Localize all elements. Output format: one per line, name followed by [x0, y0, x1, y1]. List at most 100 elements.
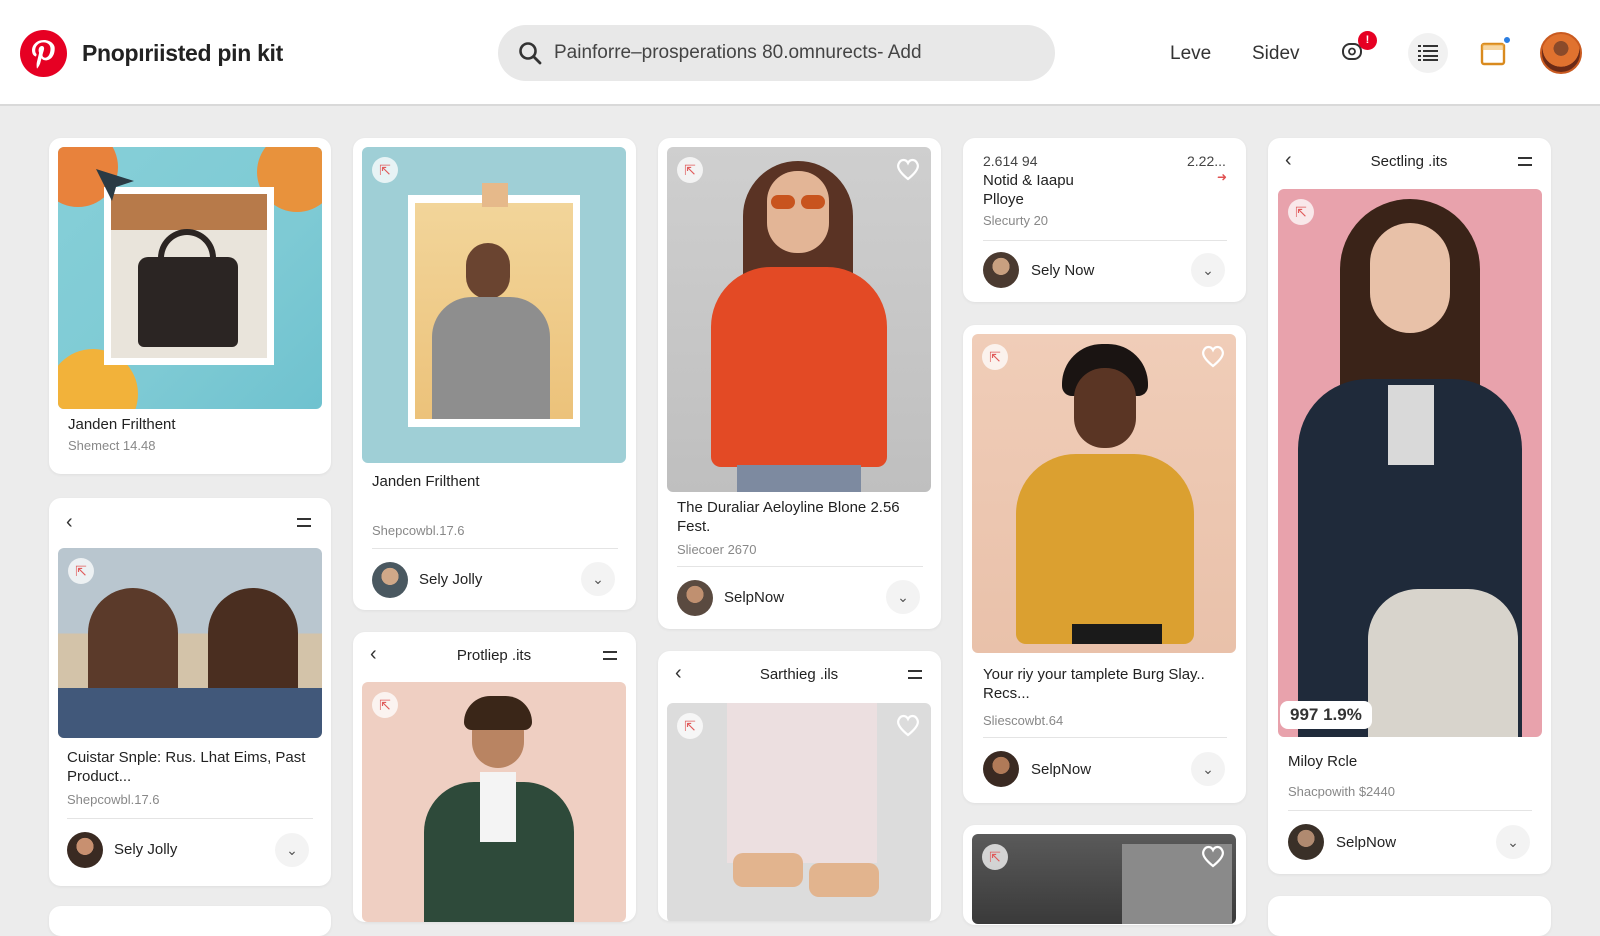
- menu-icon[interactable]: [1518, 157, 1532, 171]
- chevron-down-icon[interactable]: ⌄: [581, 562, 615, 596]
- nav-link-leve[interactable]: Leve: [1170, 43, 1211, 65]
- save-pin-icon[interactable]: ⇱: [677, 157, 703, 183]
- pin-subtitle: Sliecoer 2670: [677, 542, 757, 557]
- back-arrow-icon[interactable]: ‹: [675, 662, 682, 685]
- notification-badge: !: [1358, 31, 1377, 50]
- pin-card[interactable]: ⇱ Your riy your tamplete Burg Slay.. Rec…: [963, 325, 1246, 803]
- pin-image-yellow-shirt[interactable]: ⇱: [972, 334, 1236, 653]
- pin-subtitle: Shemect 14.48: [68, 438, 156, 453]
- pin-subtitle: Shacpowith $2440: [1288, 784, 1395, 799]
- pin-image-red-sweater[interactable]: ⇱: [667, 147, 931, 492]
- user-name[interactable]: Sely Jolly: [419, 571, 482, 588]
- pin-image-jacket[interactable]: ⇱: [362, 682, 626, 922]
- board-card[interactable]: ‹ ⇱ Cuistar Snple: Rus. Lhat Eims, Past …: [49, 498, 331, 886]
- pin-image-jacket-woman[interactable]: ⇱: [1278, 189, 1542, 737]
- list-view-button[interactable]: [1408, 33, 1448, 73]
- pin-title: Cuistar Snple: Rus. Lhat Eims, Past Prod…: [67, 749, 306, 785]
- user-name[interactable]: SelpNow: [1031, 761, 1091, 778]
- list-icon: [1418, 45, 1438, 61]
- menu-icon[interactable]: [603, 651, 617, 665]
- card-title: Notid & Iaapu Plloye: [983, 172, 1074, 208]
- heart-icon[interactable]: [1200, 344, 1226, 368]
- chevron-down-icon[interactable]: ⌄: [1496, 825, 1530, 859]
- back-arrow-icon[interactable]: ‹: [1285, 149, 1292, 172]
- pin-card[interactable]: ⇱: [963, 825, 1246, 925]
- board-title: Protliep .its: [456, 647, 532, 664]
- save-pin-icon[interactable]: ⇱: [68, 558, 94, 584]
- pin-image-dark-room[interactable]: ⇱: [972, 834, 1236, 924]
- pin-image-friends[interactable]: ⇱: [58, 548, 322, 738]
- divider: [983, 240, 1227, 241]
- pin-title: The Duraliar Aeloyline Blone 2.56 Fest.: [677, 499, 900, 535]
- pin-card[interactable]: Janden Frilthent Shemect 14.48: [49, 138, 331, 474]
- pin-subtitle: Sliescowbt.64: [983, 713, 1064, 728]
- user-avatar[interactable]: [1540, 32, 1582, 74]
- card-subtitle: Slecurty 20: [983, 213, 1049, 228]
- stat-value: 2.614 94: [983, 153, 1038, 169]
- pin-title: Your riy your tamplete Burg Slay.. Recs.…: [983, 666, 1205, 702]
- nav-link-sidev[interactable]: Sidev: [1252, 43, 1300, 65]
- divider: [677, 566, 923, 567]
- pin-image-sweater[interactable]: ⇱: [362, 147, 626, 463]
- heart-icon[interactable]: [895, 713, 921, 737]
- back-arrow-icon[interactable]: ‹: [370, 643, 377, 666]
- board-title: Sectling .its: [1370, 153, 1448, 170]
- user-avatar[interactable]: [372, 562, 408, 598]
- menu-icon[interactable]: [297, 518, 311, 532]
- pin-card[interactable]: [1268, 896, 1551, 936]
- user-avatar[interactable]: [983, 751, 1019, 787]
- app-title: Pnopıriisted pin kit: [82, 40, 284, 66]
- top-header: Pnopıriisted pin kit Leve Sidev !: [0, 0, 1600, 106]
- chevron-down-icon[interactable]: ⌄: [275, 833, 309, 867]
- search-bar[interactable]: [498, 25, 1055, 81]
- save-pin-icon[interactable]: ⇱: [982, 844, 1008, 870]
- heart-icon[interactable]: [895, 157, 921, 181]
- pin-card[interactable]: ⇱ Janden Frilthent Shepcowbl.17.6 Sely J…: [353, 138, 636, 610]
- pin-card[interactable]: [49, 906, 331, 936]
- user-name[interactable]: SelpNow: [1336, 834, 1396, 851]
- trend-arrow-icon: ➜: [1217, 170, 1228, 184]
- board-card[interactable]: ‹ Protliep .its ⇱: [353, 632, 636, 922]
- pin-image-handbag[interactable]: [58, 147, 322, 409]
- divider: [983, 737, 1227, 738]
- stat-value-right: 2.22...: [1187, 153, 1226, 169]
- chevron-down-icon[interactable]: ⌄: [1191, 752, 1225, 786]
- chevron-down-icon[interactable]: ⌄: [1191, 253, 1225, 287]
- pinterest-logo-icon[interactable]: [20, 30, 67, 77]
- pin-title: Janden Frilthent: [372, 473, 480, 490]
- divider: [67, 818, 313, 819]
- pin-subtitle: Shepcowbl.17.6: [67, 792, 160, 807]
- search-icon: [519, 42, 542, 65]
- back-arrow-icon[interactable]: ‹: [66, 511, 73, 534]
- menu-icon[interactable]: [908, 670, 922, 684]
- stat-card[interactable]: 2.614 94 2.22... ➜ Notid & Iaapu Plloye …: [963, 138, 1246, 302]
- save-pin-icon[interactable]: ⇱: [1288, 199, 1314, 225]
- pin-subtitle: Shepcowbl.17.6: [372, 523, 465, 538]
- board-card[interactable]: ‹ Sectling .its ⇱ 997 1.9% Miloy Rcle Sh…: [1268, 138, 1551, 874]
- divider: [1288, 810, 1532, 811]
- user-avatar[interactable]: [677, 580, 713, 616]
- user-avatar[interactable]: [983, 252, 1019, 288]
- inbox-button[interactable]: [1474, 33, 1514, 73]
- user-avatar[interactable]: [67, 832, 103, 868]
- user-name[interactable]: SelpNow: [724, 589, 784, 606]
- pin-image-shoes[interactable]: ⇱: [667, 703, 931, 921]
- save-pin-icon[interactable]: ⇱: [982, 344, 1008, 370]
- search-input[interactable]: [554, 34, 1034, 72]
- board-title: Sarthieg .ils: [759, 666, 839, 683]
- messages-button[interactable]: !: [1334, 31, 1377, 73]
- pin-card[interactable]: ⇱ The Duraliar Aeloyline Blone 2.56 Fest…: [658, 138, 941, 629]
- user-name[interactable]: Sely Jolly: [114, 841, 177, 858]
- stat-badge: 997 1.9%: [1280, 701, 1372, 729]
- heart-icon[interactable]: [1200, 844, 1226, 868]
- inbox-dot: [1502, 35, 1512, 45]
- save-pin-icon[interactable]: ⇱: [372, 692, 398, 718]
- user-name[interactable]: Sely Now: [1031, 262, 1094, 279]
- divider: [372, 548, 618, 549]
- user-avatar[interactable]: [1288, 824, 1324, 860]
- chevron-down-icon[interactable]: ⌄: [886, 580, 920, 614]
- save-pin-icon[interactable]: ⇱: [372, 157, 398, 183]
- board-card[interactable]: ‹ Sarthieg .ils ⇱: [658, 651, 941, 921]
- pin-title: Miloy Rcle: [1288, 753, 1358, 770]
- save-pin-icon[interactable]: ⇱: [677, 713, 703, 739]
